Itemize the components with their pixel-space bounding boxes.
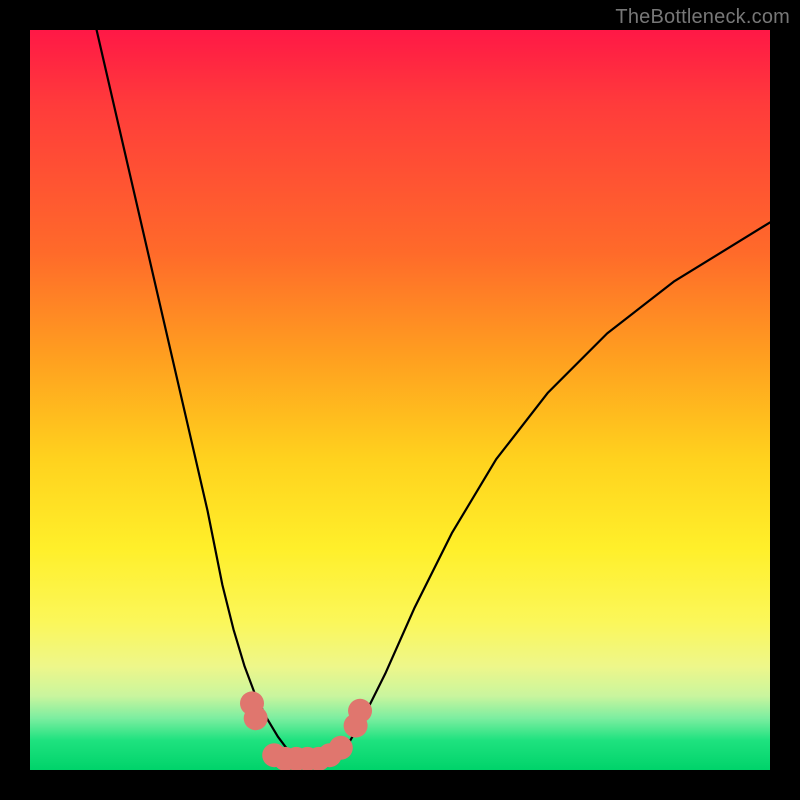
chart-svg: [30, 30, 770, 770]
data-marker: [244, 706, 268, 730]
figure-frame: TheBottleneck.com: [0, 0, 800, 800]
markers-group: [240, 691, 372, 770]
curve-right-branch: [333, 222, 770, 759]
curve-left-branch: [97, 30, 304, 759]
watermark-text: TheBottleneck.com: [615, 6, 790, 29]
curves-group: [97, 30, 770, 759]
data-marker: [329, 736, 353, 760]
plot-area: [30, 30, 770, 770]
data-marker: [348, 699, 372, 723]
